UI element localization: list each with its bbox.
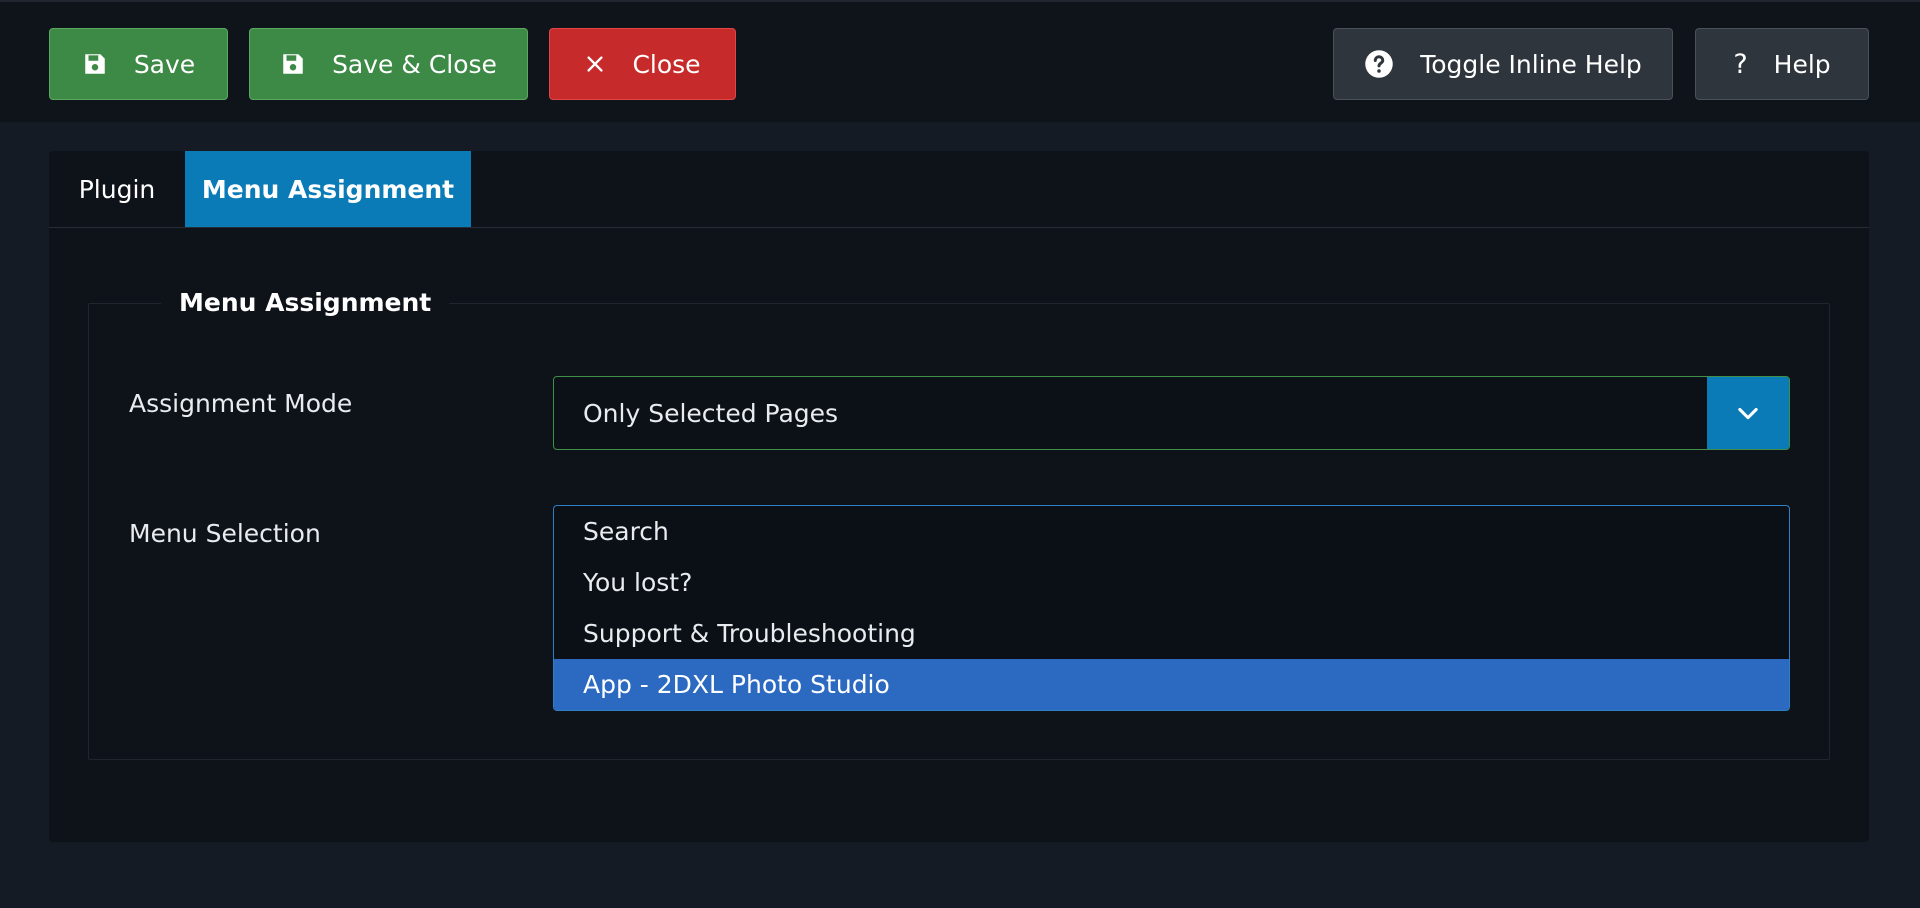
tab-plugin[interactable]: Plugin: [49, 151, 185, 227]
floppy-disk-icon: [280, 51, 306, 77]
menu-option-search[interactable]: Search: [554, 506, 1789, 557]
assignment-mode-label: Assignment Mode: [129, 389, 353, 418]
save-button[interactable]: Save: [49, 28, 228, 100]
save-close-button-label: Save & Close: [332, 49, 497, 79]
toggle-inline-help-button[interactable]: Toggle Inline Help: [1333, 28, 1673, 100]
tab-plugin-label: Plugin: [78, 174, 156, 204]
plugin-edit-panel: Plugin Menu Assignment Menu Assignment A…: [49, 151, 1869, 842]
toolbar: Save Save & Close Close Toggle Inline He…: [0, 0, 1920, 122]
tab-menu-assignment-label: Menu Assignment: [201, 174, 455, 204]
menu-option-you-lost[interactable]: You lost?: [554, 557, 1789, 608]
dropdown-toggle[interactable]: [1707, 377, 1789, 449]
menu-option-support-troubleshooting[interactable]: Support & Troubleshooting: [554, 608, 1789, 659]
tab-menu-assignment[interactable]: Menu Assignment: [185, 151, 471, 227]
floppy-disk-icon: [82, 51, 108, 77]
menu-selection-label: Menu Selection: [129, 519, 321, 548]
help-button[interactable]: ? Help: [1695, 28, 1869, 100]
help-button-label: Help: [1773, 49, 1831, 79]
assignment-mode-value: Only Selected Pages: [583, 398, 839, 428]
save-close-button[interactable]: Save & Close: [249, 28, 528, 100]
chevron-down-icon: [1738, 407, 1758, 420]
menu-option-app-2dxl-photo-studio[interactable]: App - 2DXL Photo Studio: [554, 659, 1789, 710]
tab-bar: Plugin Menu Assignment: [49, 151, 1869, 228]
menu-selection-listbox[interactable]: Search You lost? Support & Troubleshooti…: [553, 505, 1790, 711]
close-button-label: Close: [632, 49, 701, 79]
question-circle-icon: [1364, 49, 1394, 79]
toggle-inline-help-label: Toggle Inline Help: [1420, 49, 1642, 79]
x-icon: [584, 53, 606, 75]
question-mark-icon: ?: [1733, 48, 1748, 80]
assignment-mode-select[interactable]: Only Selected Pages: [553, 376, 1790, 450]
close-button[interactable]: Close: [549, 28, 736, 100]
save-button-label: Save: [133, 49, 196, 79]
fieldset-legend: Menu Assignment: [161, 288, 450, 317]
